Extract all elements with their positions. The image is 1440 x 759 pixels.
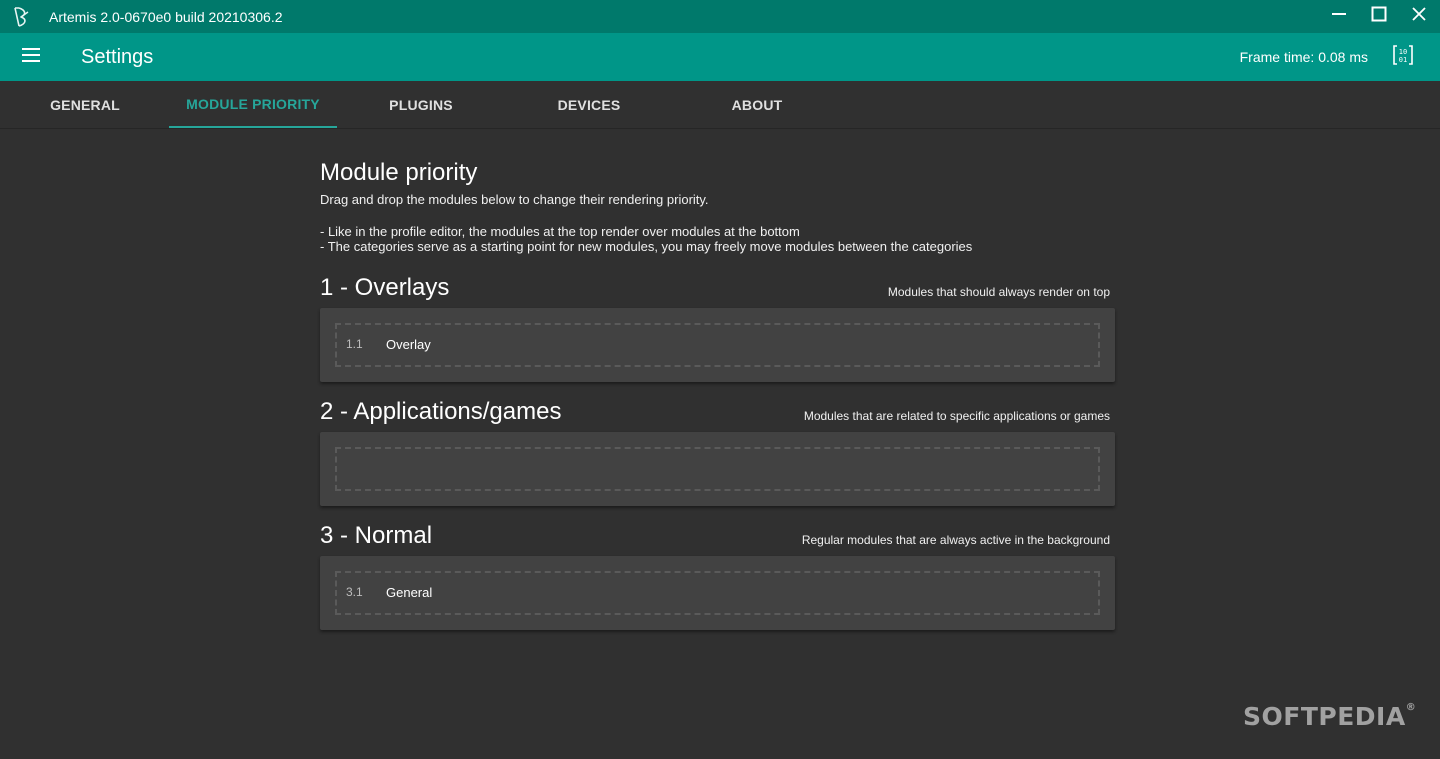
category-title-overlays: 1 - Overlays bbox=[320, 274, 450, 301]
hamburger-menu-icon bbox=[21, 47, 41, 68]
debugger-button[interactable]: 10 01 bbox=[1391, 44, 1415, 71]
category-card-normal: 3.1 General bbox=[320, 556, 1115, 630]
close-icon bbox=[1411, 6, 1427, 27]
module-number: 1.1 bbox=[346, 337, 363, 351]
app-bar: Settings Frame time: 0.08 ms 10 01 bbox=[0, 33, 1440, 81]
tab-module-priority[interactable]: MODULE PRIORITY bbox=[169, 81, 337, 128]
module-number: 3.1 bbox=[346, 585, 363, 599]
category-description: Modules that should always render on top bbox=[887, 285, 1110, 299]
registered-mark: ® bbox=[1405, 702, 1417, 713]
maximize-icon bbox=[1371, 6, 1387, 27]
category-card-overlays: 1.1 Overlay bbox=[320, 308, 1115, 382]
window-title: Artemis 2.0-0670e0 build 20210306.2 bbox=[49, 9, 283, 25]
tab-plugins[interactable]: PLUGINS bbox=[337, 81, 505, 128]
settings-tabs: GENERAL MODULE PRIORITY PLUGINS DEVICES … bbox=[0, 81, 1440, 129]
tab-about[interactable]: ABOUT bbox=[673, 81, 841, 128]
svg-text:10: 10 bbox=[1399, 48, 1407, 56]
page-title: Settings bbox=[81, 46, 154, 68]
category-title-applications: 2 - Applications/games bbox=[320, 398, 562, 425]
maximize-button[interactable] bbox=[1359, 0, 1399, 33]
window-titlebar: Artemis 2.0-0670e0 build 20210306.2 bbox=[0, 0, 1440, 33]
softpedia-watermark: SOFTPEDIA® bbox=[1243, 702, 1416, 731]
module-name: Overlay bbox=[386, 337, 431, 352]
note-line: - Like in the profile editor, the module… bbox=[320, 224, 800, 239]
module-drop-zone[interactable] bbox=[335, 447, 1100, 491]
category-description: Modules that are related to specific app… bbox=[803, 409, 1110, 423]
svg-text:01: 01 bbox=[1399, 56, 1407, 64]
tab-general[interactable]: GENERAL bbox=[1, 81, 169, 128]
minimize-button[interactable] bbox=[1319, 0, 1359, 33]
frame-time-label: Frame time: 0.08 ms bbox=[1239, 49, 1368, 65]
category-title-normal: 3 - Normal bbox=[320, 522, 433, 549]
module-drop-zone[interactable]: 3.1 General bbox=[335, 571, 1100, 615]
section-heading: Module priority bbox=[320, 159, 478, 186]
tab-devices[interactable]: DEVICES bbox=[505, 81, 673, 128]
section-description: Drag and drop the modules below to chang… bbox=[320, 192, 709, 207]
menu-button[interactable] bbox=[18, 45, 44, 69]
module-item-overlay[interactable]: 1.1 Overlay bbox=[337, 325, 1098, 365]
note-line: - The categories serve as a starting poi… bbox=[320, 239, 973, 254]
module-name: General bbox=[386, 585, 433, 600]
close-button[interactable] bbox=[1399, 0, 1439, 33]
module-item-general[interactable]: 3.1 General bbox=[337, 573, 1098, 613]
category-description: Regular modules that are always active i… bbox=[801, 533, 1110, 547]
debugger-icon: 10 01 bbox=[1392, 44, 1414, 71]
category-card-applications bbox=[320, 432, 1115, 506]
module-drop-zone[interactable]: 1.1 Overlay bbox=[335, 323, 1100, 367]
artemis-logo-icon bbox=[10, 5, 34, 29]
minimize-icon bbox=[1331, 6, 1347, 27]
watermark-text: SOFTPEDIA bbox=[1243, 702, 1406, 731]
